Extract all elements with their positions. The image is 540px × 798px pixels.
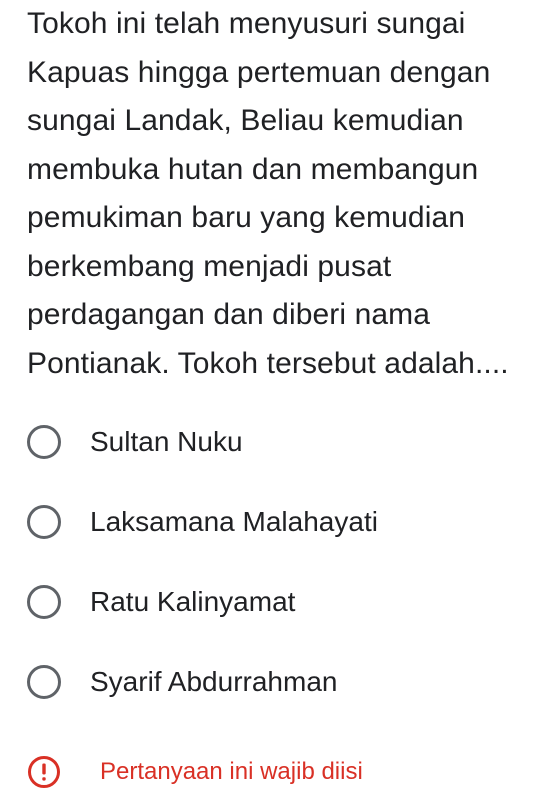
error-exclamation-icon [28,756,60,788]
question-line: berkembang menjadi pusat [27,249,392,283]
question-line: Kapuas hingga pertemuan dengan [27,55,491,89]
question-line: perdagangan dan diberi nama [27,298,431,331]
question-line: membuka hutan dan membangun [27,152,479,186]
question-line: pemukiman baru yang kemudian [27,201,466,234]
validation-error: Pertanyaan ini wajib diisi [27,752,527,792]
option-sultan-nuku[interactable]: Sultan Nuku [0,410,540,474]
error-message: Pertanyaan ini wajib diisi [100,758,363,785]
radio-button[interactable] [27,665,61,699]
radio-button[interactable] [27,425,61,459]
option-label: Ratu Kalinyamat [90,586,296,617]
option-syarif-abdurrahman[interactable]: Syarif Abdurrahman [0,650,540,714]
question-line: sungai Landak, Beliau kemudian [27,104,464,137]
question-line: Tokoh ini telah menyusuri sungai [27,7,466,40]
question-line: Pontianak. Tokoh tersebut adalah.... [27,346,509,380]
radio-button[interactable] [27,585,61,619]
option-label: Laksamana Malahayati [90,506,378,537]
option-label: Sultan Nuku [90,426,243,457]
question-text: Tokoh ini telah menyusuri sungai Kapuas … [27,0,527,388]
option-ratu-kalinyamat[interactable]: Ratu Kalinyamat [0,570,540,634]
radio-button[interactable] [27,505,61,539]
option-laksamana-malahayati[interactable]: Laksamana Malahayati [0,490,540,554]
option-label: Syarif Abdurrahman [90,666,338,697]
